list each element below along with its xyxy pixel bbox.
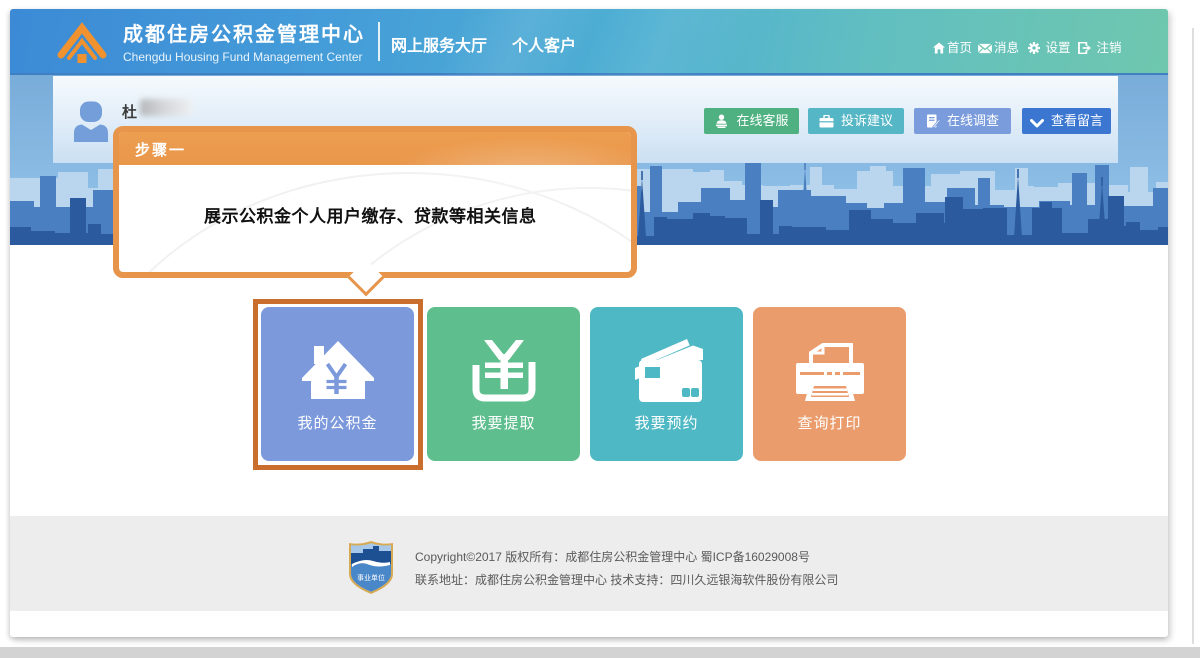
svg-text:事业单位: 事业单位 bbox=[357, 573, 385, 582]
